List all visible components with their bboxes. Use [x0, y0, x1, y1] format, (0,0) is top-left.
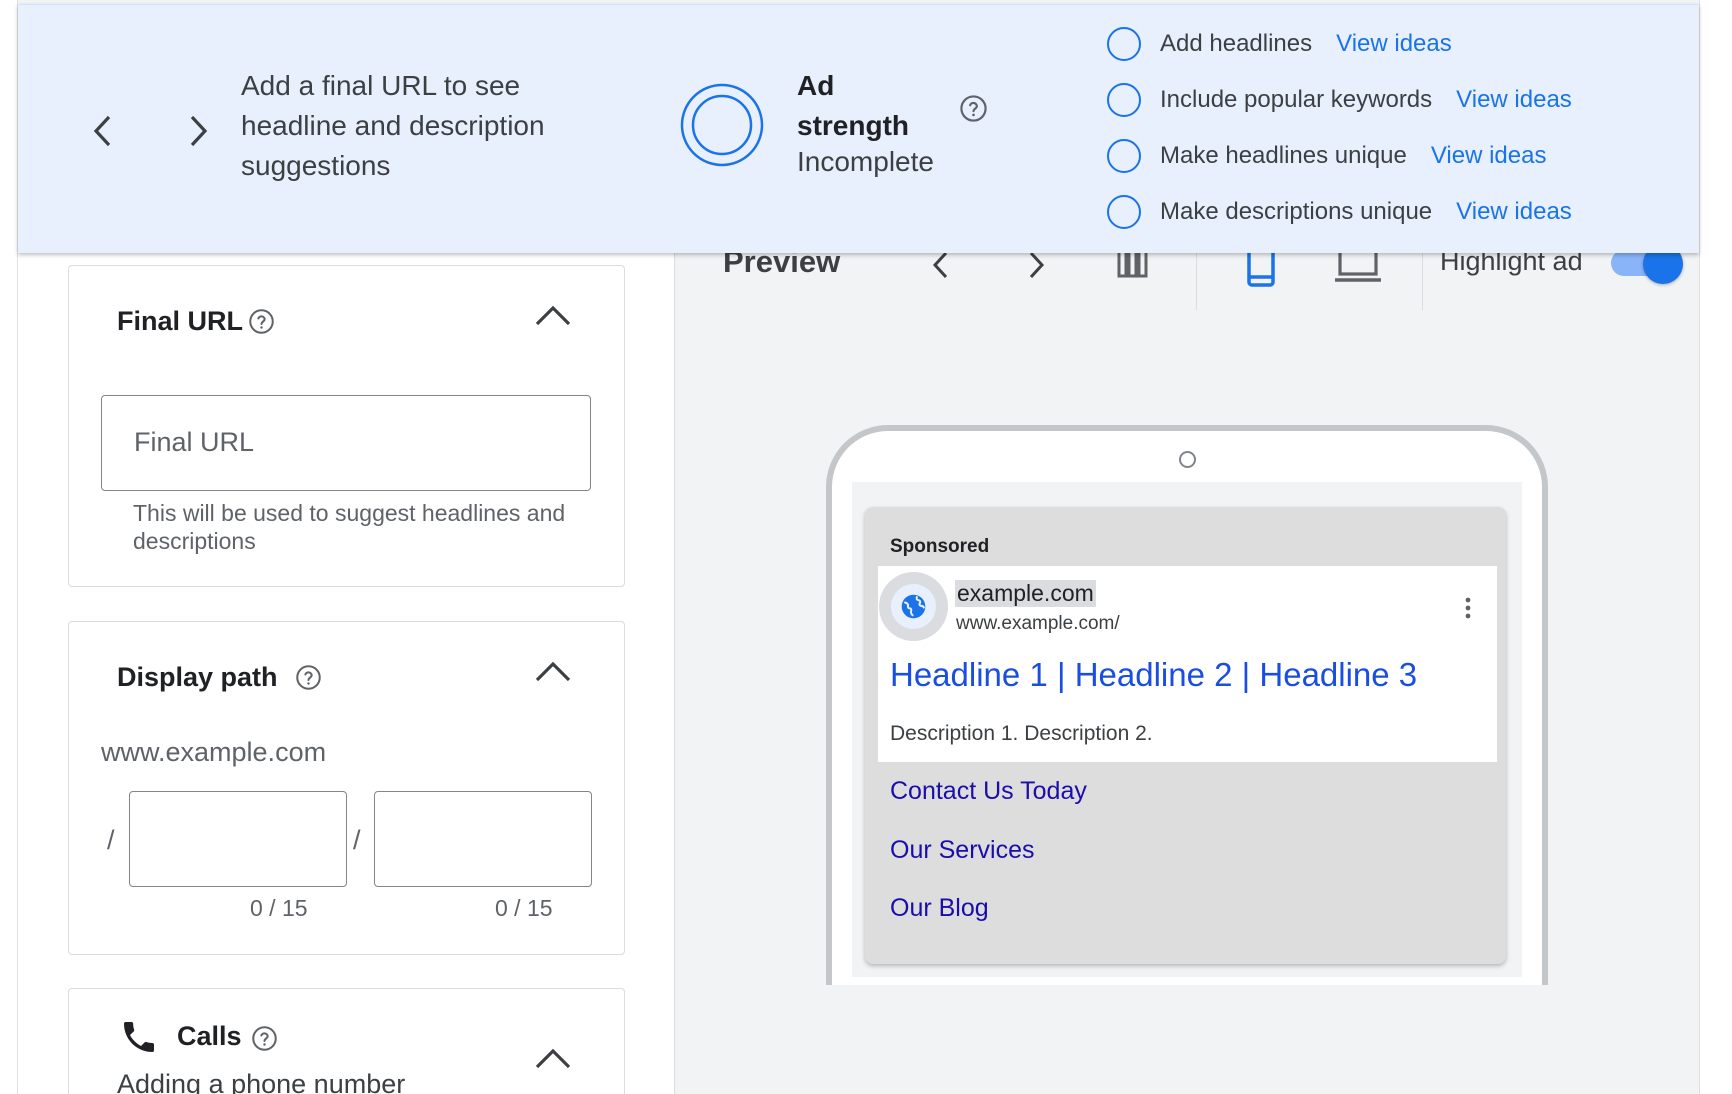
globe-icon	[901, 594, 926, 619]
collapse-chevron-up-icon[interactable]	[533, 304, 573, 328]
more-options-icon[interactable]	[1463, 596, 1473, 620]
view-ideas-link[interactable]: View ideas	[1336, 30, 1452, 58]
collapse-chevron-up-icon[interactable]	[533, 660, 573, 684]
suggestion-status-circle	[1107, 139, 1141, 173]
sitelink-services[interactable]: Our Services	[890, 836, 1034, 865]
chevron-right-icon[interactable]	[183, 111, 213, 151]
path2-input[interactable]	[374, 791, 592, 887]
ad-strength-status: Incomplete	[797, 146, 934, 177]
ad-strength-title: Ad strength	[797, 70, 909, 141]
help-icon[interactable]	[248, 308, 275, 335]
calls-card: Calls Adding a phone number	[68, 988, 625, 1094]
suggestion-text: Include popular keywords	[1160, 86, 1433, 113]
suggestion-status-circle	[1107, 195, 1141, 229]
ad-headline[interactable]: Headline 1 | Headline 2 | Headline 3	[890, 656, 1417, 694]
calls-title: Calls	[177, 1021, 242, 1051]
ad-strength-ring	[680, 83, 764, 167]
path-separator: /	[107, 825, 115, 855]
toolbar-divider	[1422, 250, 1423, 310]
sitelink-contact[interactable]: Contact Us Today	[890, 777, 1087, 806]
left-gutter	[0, 0, 18, 1094]
view-ideas-link[interactable]: View ideas	[1456, 198, 1572, 226]
suggestion-status-circle	[1107, 27, 1141, 61]
suggestion-status-circle	[1107, 83, 1141, 117]
final-url-card: Final URL Final URL This will be used to…	[68, 265, 625, 587]
suggestion-item: Make descriptions unique View ideas	[1107, 192, 1572, 232]
right-gutter	[1699, 0, 1732, 1094]
suggestion-item: Include popular keywords View ideas	[1107, 80, 1572, 120]
path1-input[interactable]	[129, 791, 347, 887]
suggestion-item: Add headlines View ideas	[1107, 24, 1452, 64]
path1-char-counter: 0 / 15	[250, 895, 308, 921]
help-icon[interactable]	[959, 94, 988, 123]
display-path-card: Display path www.example.com / / 0 / 15 …	[68, 621, 625, 955]
ad-domain: example.com	[955, 580, 1096, 607]
help-icon[interactable]	[251, 1025, 278, 1052]
suggestion-text: Make headlines unique	[1160, 142, 1407, 169]
chevron-left-icon[interactable]	[88, 111, 118, 151]
suggestion-item: Make headlines unique View ideas	[1107, 136, 1546, 176]
collapse-chevron-up-icon[interactable]	[533, 1047, 573, 1071]
sitelink-blog[interactable]: Our Blog	[890, 894, 989, 923]
ad-display-url: www.example.com/	[956, 613, 1120, 634]
display-path-base-url: www.example.com	[101, 737, 327, 767]
final-url-placeholder: Final URL	[134, 427, 255, 457]
final-url-input[interactable]: Final URL	[101, 395, 591, 491]
view-ideas-link[interactable]: View ideas	[1456, 86, 1572, 114]
final-url-title: Final URL	[117, 306, 243, 336]
calls-subtitle: Adding a phone number	[117, 1069, 406, 1094]
suggestion-text: Make descriptions unique	[1160, 198, 1433, 225]
suggestion-message: Add a final URL to see headline and desc…	[241, 70, 545, 181]
path2-char-counter: 0 / 15	[495, 895, 553, 921]
ad-description: Description 1. Description 2.	[890, 722, 1153, 745]
final-url-hint: This will be used to suggest headlines a…	[133, 500, 566, 554]
help-icon[interactable]	[295, 664, 322, 691]
chevron-left-icon[interactable]	[929, 249, 953, 281]
suggestion-text: Add headlines	[1160, 30, 1313, 57]
chevron-right-icon[interactable]	[1024, 249, 1048, 281]
toolbar-divider	[1196, 250, 1197, 310]
phone-icon	[124, 1022, 154, 1052]
sponsored-label: Sponsored	[890, 536, 990, 557]
view-ideas-link[interactable]: View ideas	[1431, 142, 1547, 170]
phone-camera	[1179, 451, 1196, 468]
path-separator: /	[353, 825, 361, 855]
display-path-title: Display path	[117, 662, 278, 692]
